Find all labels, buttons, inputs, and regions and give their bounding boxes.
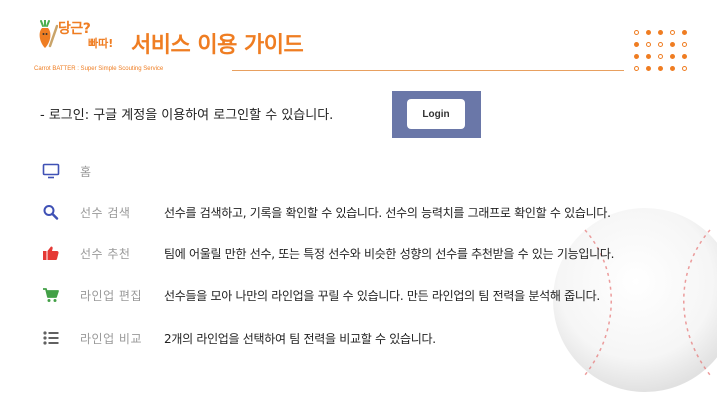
logo-tagline: Carrot BATTER : Super Simple Scouting Se… (34, 66, 164, 72)
feature-label: 선수 검색 (80, 206, 131, 220)
feature-label: 선수 추천 (80, 247, 131, 261)
feature-label: 라인업 편집 (80, 289, 143, 303)
feature-row-player-recommend: 선수 추천 팀에 어울릴 만한 선수, 또는 특정 선수와 비슷한 성향의 선수… (0, 243, 717, 263)
thumbs-up-icon (43, 246, 59, 260)
feature-row-home: 홈 (0, 161, 717, 181)
login-description: - 로그인: 구글 계정을 이용하여 로그인할 수 있습니다. (40, 108, 334, 123)
feature-description: 2개의 라인업을 선택하여 팀 전력을 비교할 수 있습니다. (164, 332, 436, 346)
decorative-dots (634, 30, 690, 74)
title-divider (232, 70, 624, 71)
feature-row-player-search: 선수 검색 선수를 검색하고, 기록을 확인할 수 있습니다. 선수의 능력치를… (0, 202, 717, 222)
feature-description: 선수를 검색하고, 기록을 확인할 수 있습니다. 선수의 능력치를 그래프로 … (164, 206, 611, 220)
login-button[interactable]: Login (407, 99, 465, 129)
page-title: 서비스 이용 가이드 (131, 33, 304, 58)
cart-icon (43, 288, 59, 302)
logo-main-text: 당근? (58, 21, 91, 37)
feature-description: 팀에 어울릴 만한 선수, 또는 특정 선수와 비슷한 성향의 선수를 추천받을… (164, 247, 615, 261)
logo-sub-text: 빠따! (88, 37, 114, 50)
feature-label: 홈 (80, 165, 92, 179)
carrot-bat-icon (39, 20, 58, 48)
login-panel: Login (392, 91, 481, 138)
feature-label: 라인업 비교 (80, 332, 143, 346)
list-icon (43, 331, 59, 345)
feature-description: 선수들을 모아 나만의 라인업을 꾸릴 수 있습니다. 만든 라인업의 팀 전력… (164, 289, 600, 303)
feature-row-lineup-edit: 라인업 편집 선수들을 모아 나만의 라인업을 꾸릴 수 있습니다. 만든 라인… (0, 285, 717, 305)
monitor-icon (42, 163, 60, 179)
feature-row-lineup-compare: 라인업 비교 2개의 라인업을 선택하여 팀 전력을 비교할 수 있습니다. (0, 328, 717, 348)
search-icon (43, 205, 59, 220)
